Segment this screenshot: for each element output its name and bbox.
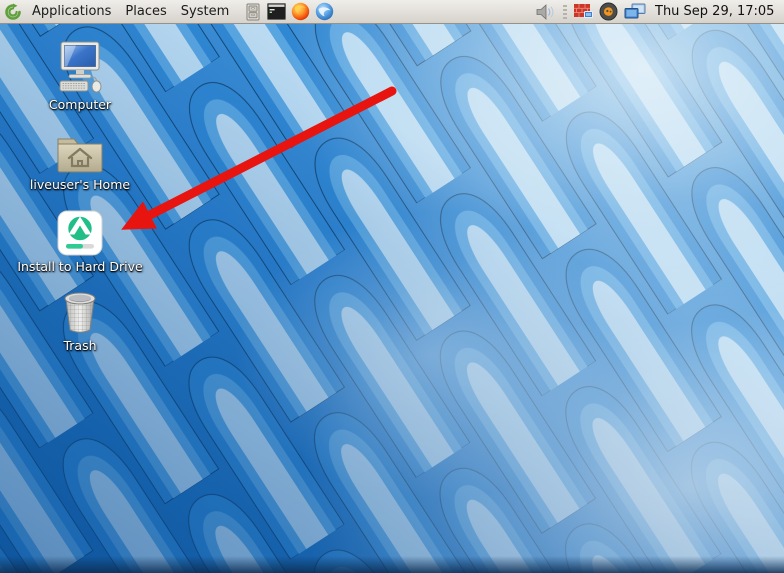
top-panel: Applications Places System <box>0 0 784 24</box>
firewall-tray-item[interactable] <box>573 3 594 20</box>
thunderbird-icon <box>315 2 334 21</box>
network-tray-item[interactable] <box>623 3 647 20</box>
desktop-icon-label: Install to Hard Drive <box>17 260 142 274</box>
file-manager-icon <box>244 3 262 21</box>
volume-tray-item[interactable] <box>535 3 557 21</box>
desktop-screen: { "panel": { "menus": [ {"label": "Appli… <box>0 0 784 573</box>
firefox-icon <box>291 2 310 21</box>
tray-handle[interactable] <box>563 5 567 19</box>
selinux-tray-item[interactable] <box>599 2 618 21</box>
thunderbird-launcher[interactable] <box>315 2 334 21</box>
terminal-launcher[interactable] <box>267 2 286 21</box>
desktop-icon-trash[interactable]: Trash <box>15 287 145 354</box>
menu-system[interactable]: System <box>174 0 236 23</box>
network-icon <box>623 3 647 20</box>
system-tray: Thu Sep 29, 17:05 <box>535 0 774 23</box>
firewall-icon <box>573 3 594 20</box>
desktop-icon-label: Trash <box>63 339 96 353</box>
computer-icon <box>54 40 106 94</box>
trash-icon <box>58 289 102 335</box>
desktop-icon-install-to-hard-drive[interactable]: Install to Hard Drive <box>15 206 145 275</box>
anaconda-installer-icon <box>57 210 103 256</box>
file-manager-launcher[interactable] <box>243 2 262 21</box>
home-folder-icon <box>54 130 106 174</box>
panel-clock[interactable]: Thu Sep 29, 17:05 <box>655 4 774 19</box>
menu-places[interactable]: Places <box>118 0 173 23</box>
desktop-icon-home[interactable]: liveuser's Home <box>15 126 145 193</box>
volume-icon <box>535 3 557 21</box>
desktop-icon-computer[interactable]: Computer <box>15 40 145 113</box>
menu-logo-icon <box>4 3 22 21</box>
selinux-alert-icon <box>599 2 618 21</box>
terminal-icon <box>267 3 286 20</box>
panel-launchers <box>243 2 334 21</box>
desktop-icon-label: liveuser's Home <box>30 178 130 192</box>
firefox-launcher[interactable] <box>291 2 310 21</box>
desktop-icon-label: Computer <box>49 98 111 112</box>
menu-applications[interactable]: Applications <box>25 0 118 23</box>
